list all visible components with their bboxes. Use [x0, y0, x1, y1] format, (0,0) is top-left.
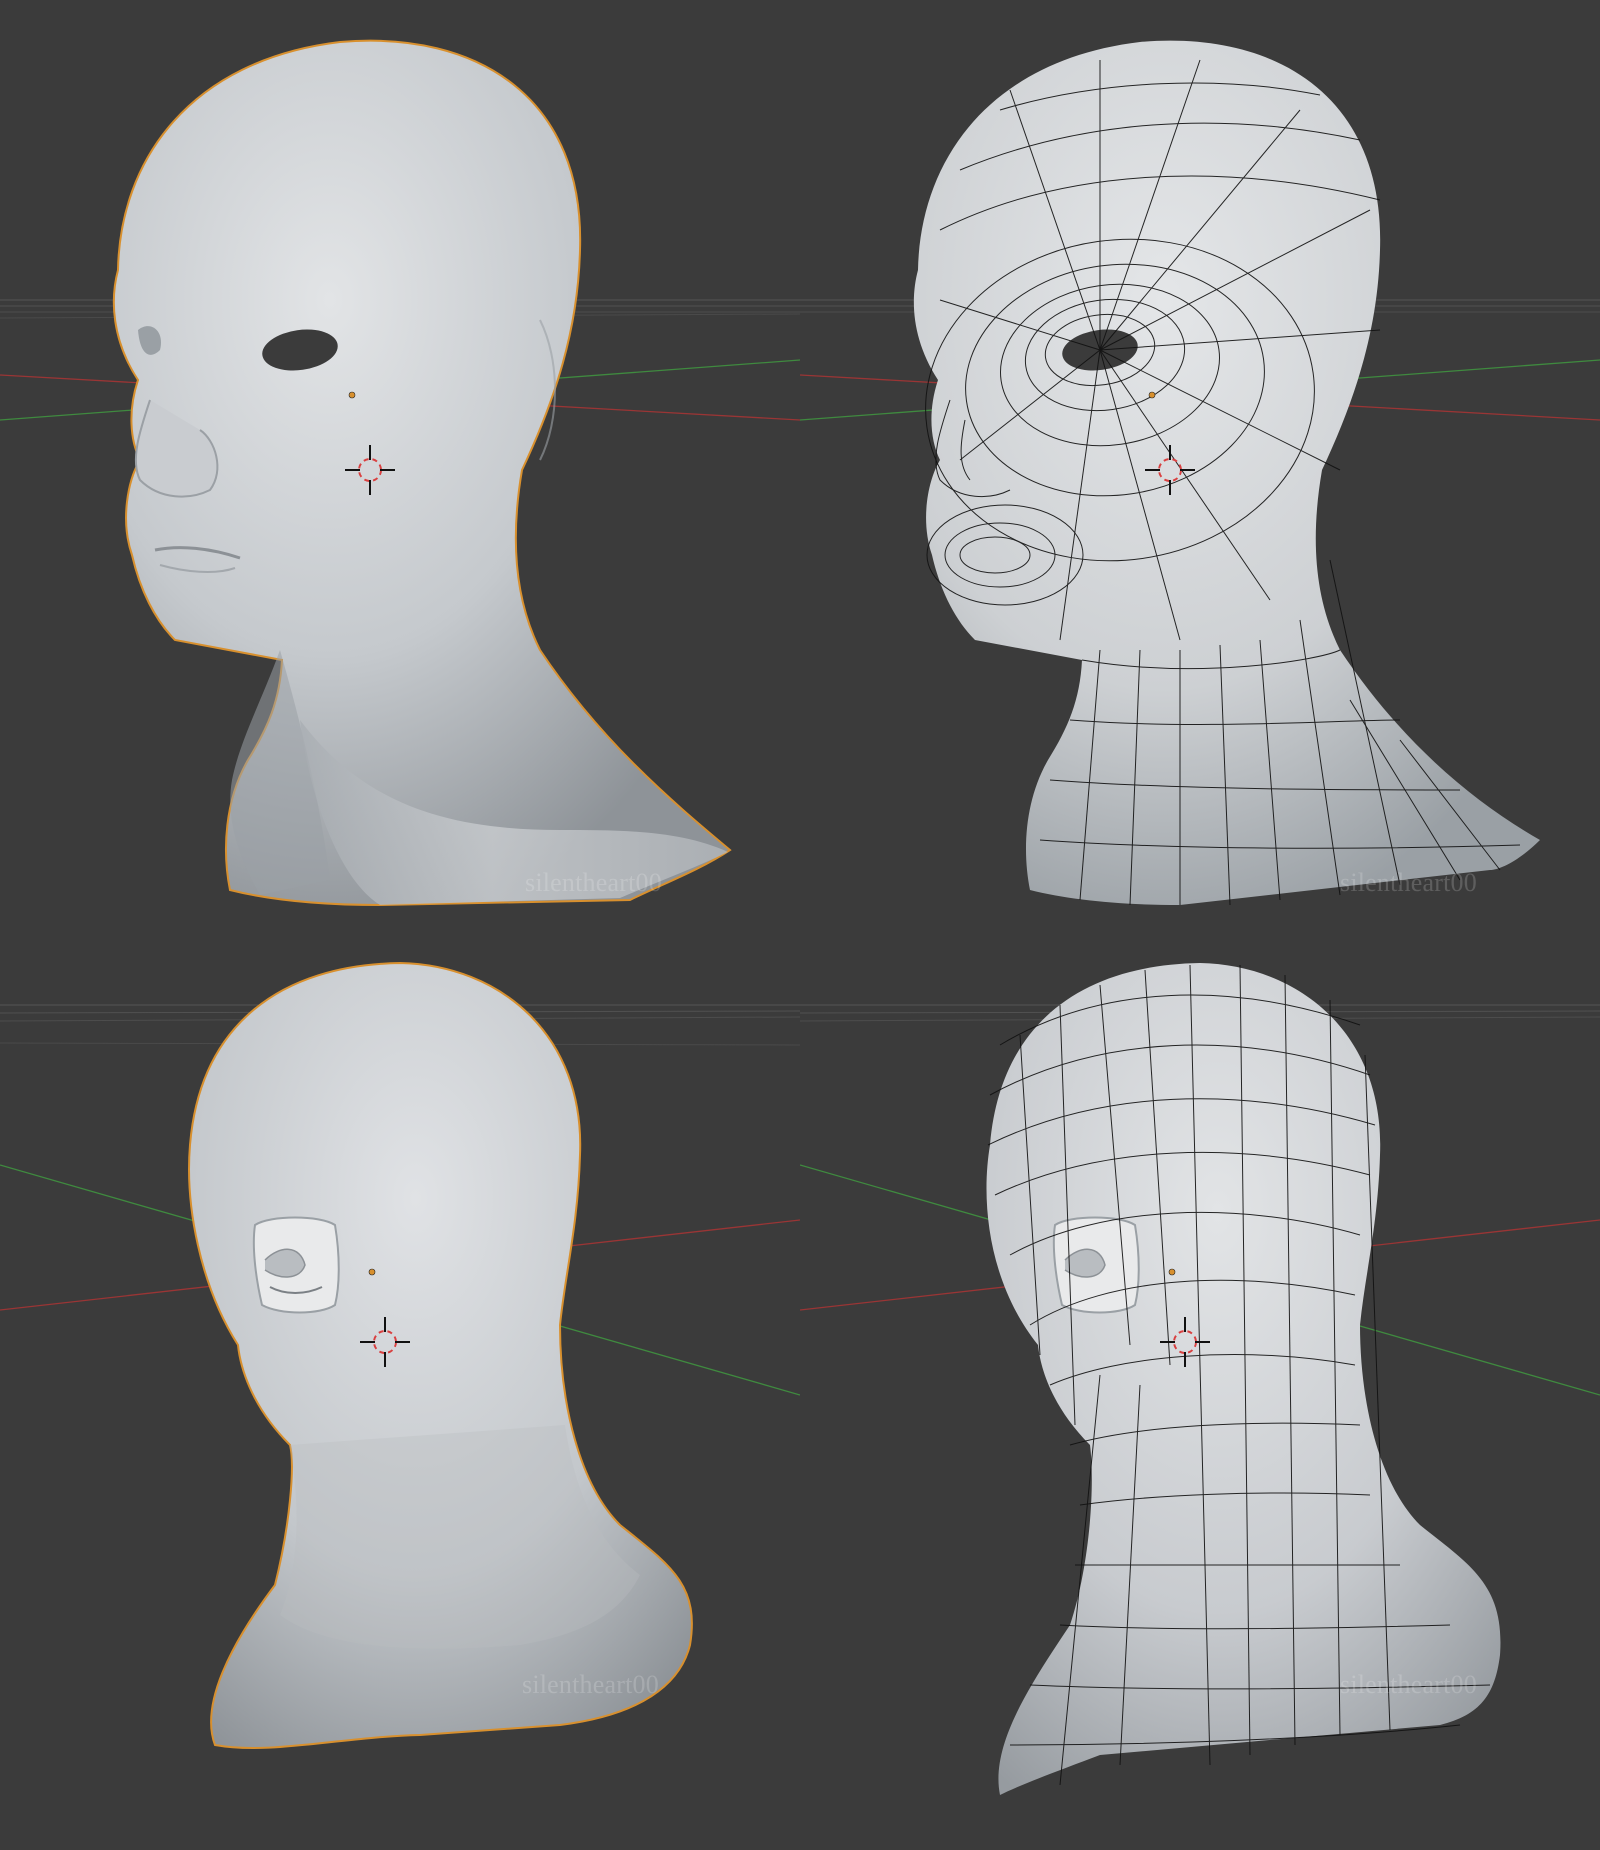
head-mesh[interactable]: [986, 963, 1501, 1795]
viewport-front-wire[interactable]: silentheart00: [800, 0, 1600, 925]
head-mesh[interactable]: [112, 39, 732, 907]
object-origin-icon: [368, 1268, 376, 1276]
head-mesh[interactable]: [905, 40, 1540, 906]
viewport-back-smooth-canvas[interactable]: [0, 925, 800, 1850]
viewport-back-wire-canvas[interactable]: [800, 925, 1600, 1850]
viewport-front-smooth[interactable]: silentheart00: [0, 0, 800, 925]
viewport-grid: silentheart00: [0, 0, 1600, 1850]
viewport-front-wire-canvas[interactable]: [800, 0, 1600, 925]
viewport-front-smooth-canvas[interactable]: [0, 0, 800, 925]
object-origin-icon: [348, 391, 356, 399]
viewport-back-smooth[interactable]: silentheart00: [0, 925, 800, 1850]
object-origin-icon: [1168, 1268, 1176, 1276]
object-origin-icon: [1148, 391, 1156, 399]
viewport-back-wire[interactable]: silentheart00: [800, 925, 1600, 1850]
head-mesh[interactable]: [188, 961, 693, 1749]
